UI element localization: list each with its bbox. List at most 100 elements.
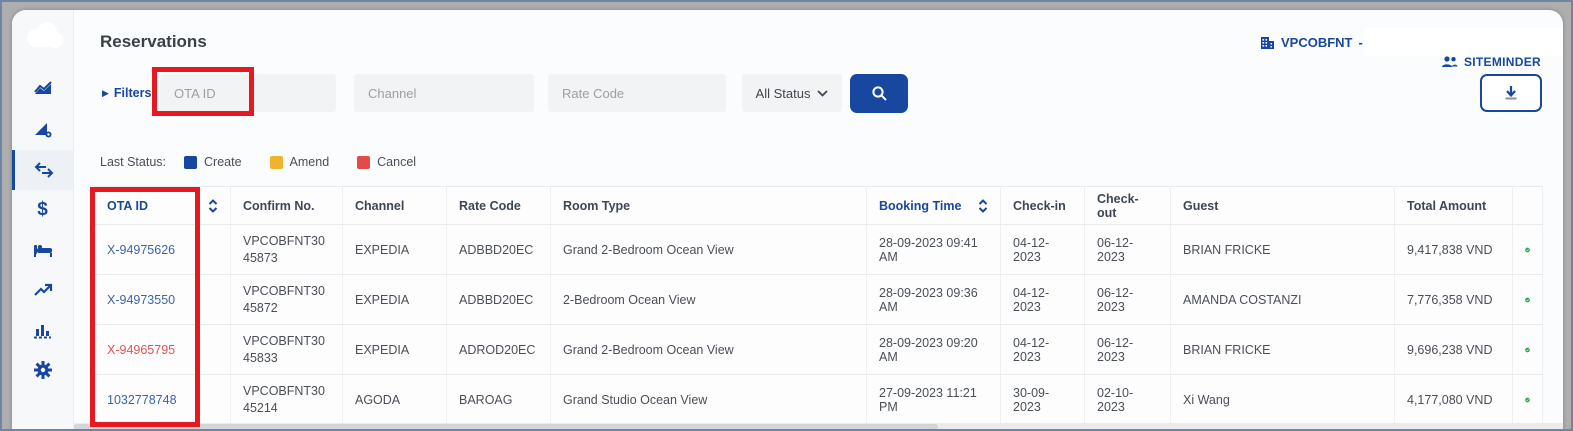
area-chart-icon: [33, 81, 52, 94]
bed-icon: [33, 245, 52, 257]
col-header-status: [1512, 186, 1543, 225]
room-type-cell: Grand Studio Ocean View: [550, 374, 867, 425]
brand-name: SITEMINDER: [1463, 55, 1541, 69]
check-circle-icon: [1525, 297, 1530, 302]
cloud-logo: [27, 22, 63, 48]
confirm-no-cell: VPCOBFNT3045833: [230, 324, 343, 375]
channel-cell: EXPEDIA: [342, 324, 447, 375]
check-circle-icon: [1525, 247, 1530, 252]
col-header-booking-time[interactable]: Booking Time: [866, 186, 1001, 225]
create-color-swatch: [184, 155, 198, 169]
page-title: Reservations: [100, 32, 207, 51]
check-in-cell: 04-12-2023: [1000, 224, 1085, 275]
booking-time-cell: 28-09-2023 09:41 AM: [866, 224, 1001, 275]
sidebar-item-reports[interactable]: [12, 310, 73, 350]
channel-input[interactable]: [354, 74, 534, 112]
room-type-cell: Grand 2-Bedroom Ocean View: [550, 224, 867, 275]
rate-code-cell: ADBBD20EC: [446, 224, 551, 275]
scrollbar-thumb[interactable]: [74, 424, 938, 429]
total-amount-cell: 9,417,838 VND: [1394, 224, 1513, 275]
sidebar-nav: $: [12, 70, 73, 390]
col-header-channel[interactable]: Channel: [342, 186, 447, 225]
booking-time-cell: 27-09-2023 11:21 PM: [866, 374, 1001, 425]
filters-toggle[interactable]: ▶ Filters: [102, 86, 151, 100]
sidebar-item-rooms[interactable]: [12, 230, 73, 270]
sort-icon: [978, 198, 988, 213]
sidebar-item-insights[interactable]: [12, 110, 73, 150]
ota-id-input[interactable]: [160, 74, 336, 112]
col-header-check-in[interactable]: Check-in: [1000, 186, 1085, 225]
check-in-cell: 04-12-2023: [1000, 274, 1085, 325]
total-amount-cell: 4,177,080 VND: [1394, 374, 1513, 425]
sort-icon: [208, 198, 218, 213]
col-header-ota-id[interactable]: OTA ID: [94, 186, 231, 225]
col-header-guest[interactable]: Guest: [1170, 186, 1395, 225]
confirm-no-cell: VPCOBFNT3045873: [230, 224, 343, 275]
legend-item-cancel: Cancel: [357, 155, 416, 169]
status-legend: Last Status: Create Amend Cancel: [100, 155, 434, 169]
ota-id-link[interactable]: X-94965795: [107, 343, 175, 357]
table-row: X-94965795 VPCOBFNT3045833 EXPEDIA ADROD…: [94, 324, 1543, 375]
channel-cell: EXPEDIA: [342, 224, 447, 275]
booking-time-header-label: Booking Time: [879, 198, 962, 213]
cancel-color-swatch: [357, 155, 371, 169]
guest-cell: AMANDA COSTANZI: [1170, 274, 1395, 325]
horizontal-scrollbar[interactable]: [74, 423, 1563, 429]
app-window: $ Reservations VPCOBFNT - SITEMINDER ▶ F…: [0, 0, 1573, 431]
ota-id-link[interactable]: X-94973550: [107, 293, 175, 307]
col-header-rate-code[interactable]: Rate Code: [446, 186, 551, 225]
check-out-cell: 02-10-2023: [1084, 374, 1171, 425]
col-header-total-amount[interactable]: Total Amount: [1394, 186, 1513, 225]
sidebar-item-settings[interactable]: [12, 350, 73, 390]
filters-expand-icon: ▶: [102, 87, 109, 98]
booking-time-cell: 28-09-2023 09:36 AM: [866, 274, 1001, 325]
ota-id-header-label: OTA ID: [107, 198, 148, 213]
swap-arrows-icon: [34, 162, 54, 178]
chevron-down-icon: [817, 89, 829, 97]
check-out-cell: 06-12-2023: [1084, 224, 1171, 275]
col-header-check-out[interactable]: Check-out: [1084, 186, 1171, 225]
download-button[interactable]: [1480, 74, 1542, 112]
trend-line-icon: [33, 283, 52, 296]
guest-cell: Xi Wang: [1170, 374, 1395, 425]
amend-color-swatch: [269, 155, 283, 169]
channel-cell: EXPEDIA: [342, 274, 447, 325]
channel-cell: AGODA: [342, 374, 447, 425]
property-code: VPCOBFNT: [1281, 35, 1353, 50]
property-separator: -: [1358, 35, 1363, 50]
confirm-no-cell: VPCOBFNT3045214: [230, 374, 343, 425]
brand-label: SITEMINDER: [1441, 55, 1541, 69]
building-icon: [1261, 36, 1274, 49]
col-header-confirm-no[interactable]: Confirm No.: [230, 186, 343, 225]
bar-chart-icon: [33, 324, 51, 338]
gear-icon: [33, 361, 52, 379]
table-header-row: OTA ID Confirm No. Channel Rate Code Roo…: [94, 186, 1543, 225]
status-dropdown[interactable]: All Status: [742, 74, 842, 112]
reservations-table: OTA ID Confirm No. Channel Rate Code Roo…: [94, 186, 1543, 425]
legend-label: Last Status:: [100, 155, 167, 169]
redacted-property-name: [1364, 28, 1563, 56]
table-row: X-94975626 VPCOBFNT3045873 EXPEDIA ADBBD…: [94, 224, 1543, 275]
legend-item-amend: Amend: [269, 155, 329, 169]
rate-code-cell: ADROD20EC: [446, 324, 551, 375]
sidebar-item-rates[interactable]: $: [12, 190, 73, 230]
guest-cell: BRIAN FRICKE: [1170, 324, 1395, 375]
table-row: 1032778748 VPCOBFNT3045214 AGODA BAROAG …: [94, 374, 1543, 425]
rate-code-cell: ADBBD20EC: [446, 274, 551, 325]
sidebar-item-reservations[interactable]: [12, 150, 73, 190]
status-dropdown-value: All Status: [755, 85, 811, 101]
col-header-room-type[interactable]: Room Type: [550, 186, 867, 225]
search-button[interactable]: [850, 74, 908, 113]
confirm-no-cell: VPCOBFNT3045872: [230, 274, 343, 325]
room-type-cell: Grand 2-Bedroom Ocean View: [550, 324, 867, 375]
total-amount-cell: 9,696,238 VND: [1394, 324, 1513, 375]
check-out-cell: 06-12-2023: [1084, 324, 1171, 375]
legend-item-create: Create: [184, 155, 242, 169]
sidebar-item-trends[interactable]: [12, 270, 73, 310]
ota-id-link[interactable]: X-94975626: [107, 243, 175, 257]
download-icon: [1505, 86, 1517, 100]
rate-code-input[interactable]: [548, 74, 726, 112]
sidebar-item-dashboard[interactable]: [12, 70, 73, 110]
search-icon: [871, 86, 887, 101]
ota-id-link[interactable]: 1032778748: [107, 393, 177, 407]
